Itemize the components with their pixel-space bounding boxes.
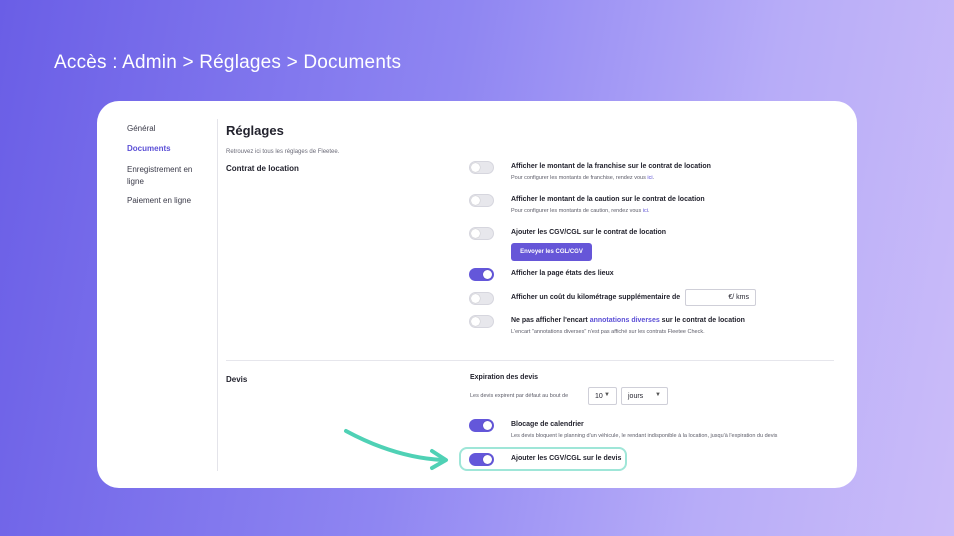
- curved-arrow-icon: [344, 429, 448, 470]
